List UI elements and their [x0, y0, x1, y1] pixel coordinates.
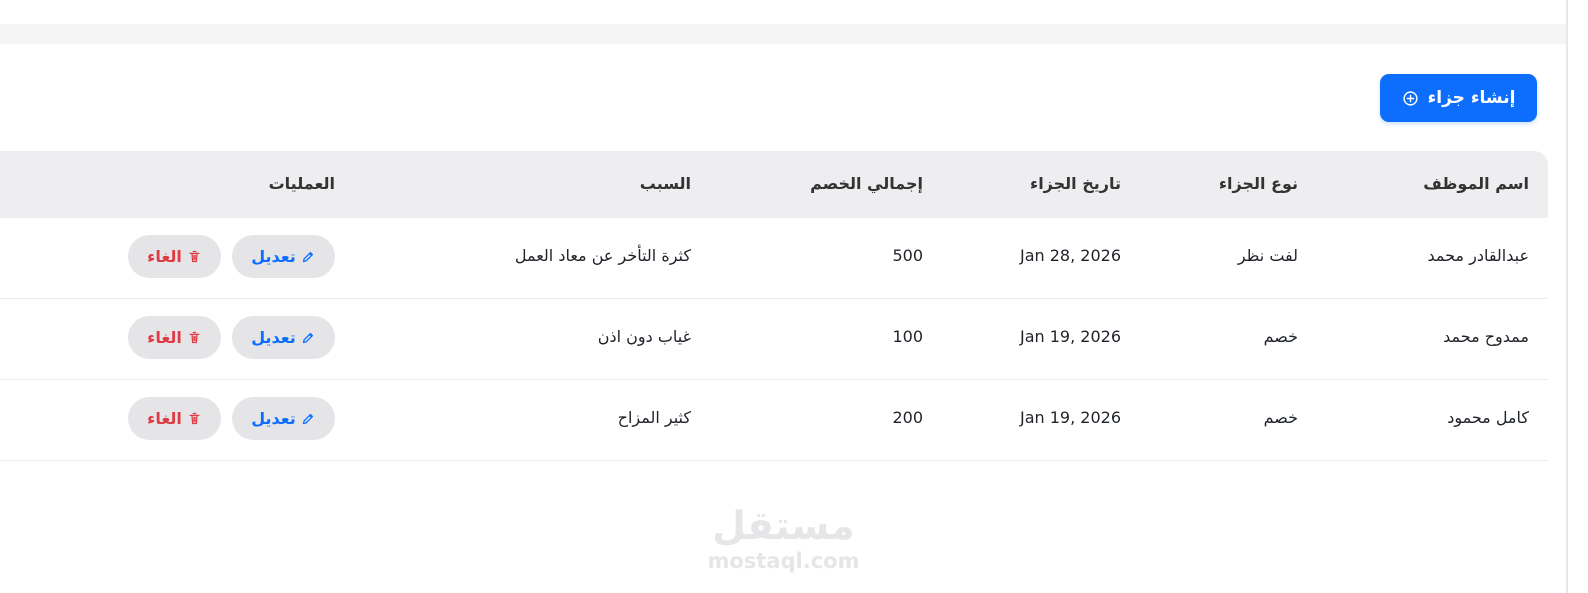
- employee-name-cell: كامل محمود: [1447, 408, 1529, 427]
- penalties-table: اسم الموظف نوع الجزاء تاريخ الجزاء إجمال…: [0, 151, 1548, 461]
- pencil-icon: [302, 332, 313, 344]
- cancel-label: الغاء: [147, 247, 182, 266]
- column-reason: السبب: [639, 174, 691, 193]
- penalty-type-cell: خصم: [1263, 408, 1298, 427]
- create-penalty-button[interactable]: إنشاء جزاء: [1380, 74, 1537, 122]
- trash-icon: [189, 412, 200, 425]
- penalty-date-cell: Jan 19, 2026: [1020, 408, 1121, 427]
- total-deduction-cell: 200: [892, 408, 923, 427]
- pencil-icon: [302, 251, 313, 263]
- cancel-button[interactable]: الغاء: [128, 397, 221, 440]
- employee-name-cell: ممدوح محمد: [1443, 327, 1529, 346]
- row-actions: تعديل الغاء: [125, 235, 335, 279]
- table-header-row: اسم الموظف نوع الجزاء تاريخ الجزاء إجمال…: [0, 151, 1548, 218]
- employee-name-cell: عبدالقادر محمد: [1427, 246, 1529, 265]
- page-right-border: [1566, 0, 1568, 593]
- plus-circle-icon: [1402, 90, 1418, 106]
- penalty-date-cell: Jan 19, 2026: [1020, 327, 1121, 346]
- edit-button[interactable]: تعديل: [232, 397, 335, 440]
- table-row: عبدالقادر محمد لفت نظر Jan 28, 2026 500 …: [0, 218, 1548, 299]
- edit-label: تعديل: [251, 328, 296, 347]
- table-row: ممدوح محمد خصم Jan 19, 2026 100 غياب دون…: [0, 299, 1548, 380]
- row-actions: تعديل الغاء: [125, 316, 335, 360]
- edit-button[interactable]: تعديل: [232, 235, 335, 278]
- cancel-label: الغاء: [147, 409, 182, 428]
- reason-cell: كثير المزاح: [617, 408, 691, 427]
- table-row: كامل محمود خصم Jan 19, 2026 200 كثير الم…: [0, 380, 1548, 461]
- reason-cell: كثرة التأخر عن معاد العمل: [514, 246, 691, 265]
- watermark-arabic-text: مستقل: [712, 504, 855, 549]
- watermark-domain-text: mostaql.com: [707, 549, 860, 573]
- column-actions: العمليات: [268, 174, 335, 193]
- penalties-page: إنشاء جزاء اسم الموظف نوع الجزاء تاريخ ا…: [0, 0, 1588, 593]
- penalty-type-cell: خصم: [1263, 327, 1298, 346]
- top-content-strip: [0, 0, 1566, 24]
- create-penalty-label: إنشاء جزاء: [1427, 88, 1516, 108]
- total-deduction-cell: 100: [892, 327, 923, 346]
- pencil-icon: [302, 413, 313, 425]
- column-total-deduction: إجمالي الخصم: [810, 174, 923, 193]
- mostaql-watermark: مستقل mostaql.com: [706, 506, 861, 576]
- section-divider: [0, 24, 1566, 44]
- edit-label: تعديل: [251, 247, 296, 266]
- column-penalty-type: نوع الجزاء: [1218, 174, 1298, 193]
- edit-label: تعديل: [251, 409, 296, 428]
- column-penalty-date: تاريخ الجزاء: [1030, 174, 1121, 193]
- cancel-button[interactable]: الغاء: [128, 235, 221, 278]
- column-employee-name: اسم الموظف: [1423, 174, 1529, 193]
- penalty-type-cell: لفت نظر: [1237, 246, 1298, 265]
- trash-icon: [189, 331, 200, 344]
- cancel-label: الغاء: [147, 328, 182, 347]
- cancel-button[interactable]: الغاء: [128, 316, 221, 359]
- penalty-date-cell: Jan 28, 2026: [1020, 246, 1121, 265]
- reason-cell: غياب دون اذن: [597, 327, 691, 346]
- row-actions: تعديل الغاء: [125, 397, 335, 441]
- total-deduction-cell: 500: [892, 246, 923, 265]
- edit-button[interactable]: تعديل: [232, 316, 335, 359]
- trash-icon: [189, 250, 200, 263]
